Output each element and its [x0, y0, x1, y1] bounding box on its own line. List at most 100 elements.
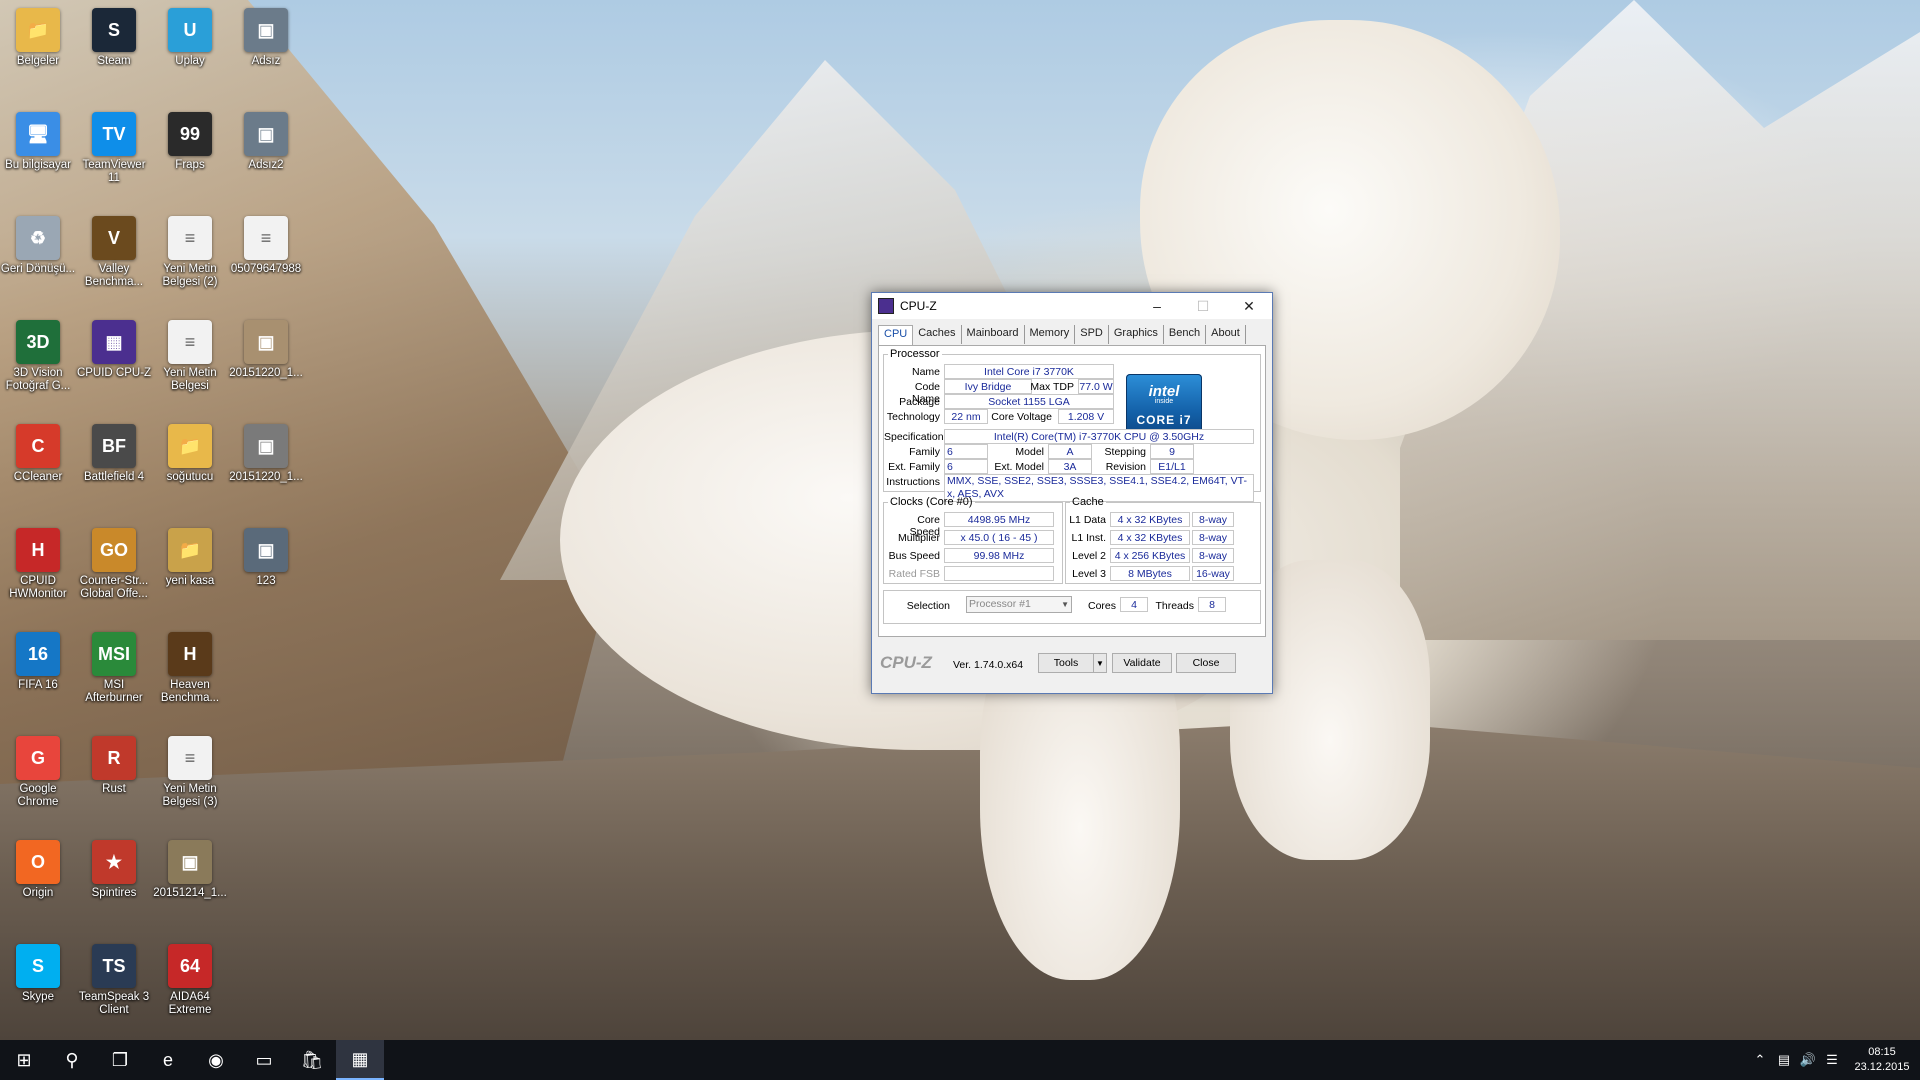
speaker-icon[interactable]: 🔊	[1796, 1052, 1820, 1068]
desktop-icon[interactable]: ▣ Adsız	[228, 8, 304, 68]
desktop-icon[interactable]: ▣ 20151220_1...	[228, 320, 304, 380]
cache-group: Cache L1 Data 4 x 32 KBytes 8-way L1 Ins…	[1065, 496, 1261, 584]
cpuz-brand: CPU-Z	[880, 653, 932, 672]
file-explorer-button[interactable]: ▭	[240, 1040, 288, 1080]
battlefield-icon: BF	[92, 424, 136, 468]
text-file-icon: ≡	[168, 216, 212, 260]
clock-time: 08:15	[1868, 1046, 1896, 1058]
desktop-icon[interactable]: 📁 Belgeler	[0, 8, 76, 68]
tab-graphics[interactable]: Graphics	[1109, 325, 1164, 344]
desktop-icon[interactable]: ≡ Yeni Metin Belgesi (3)	[152, 736, 228, 809]
folder-icon: 📁	[168, 528, 212, 572]
maximize-button[interactable]: ☐	[1180, 293, 1226, 319]
desktop-icon[interactable]: H CPUID HWMonitor	[0, 528, 76, 601]
desktop-icon[interactable]: V Valley Benchma...	[76, 216, 152, 289]
desktop-icon[interactable]: G Google Chrome	[0, 736, 76, 809]
desktop-icon[interactable]: ≡ 05079647988	[228, 216, 304, 276]
desktop-icon[interactable]: ▣ 20151214_1...	[152, 840, 228, 900]
tab-about[interactable]: About	[1206, 325, 1246, 344]
search-button[interactable]: ⚲	[48, 1040, 96, 1080]
rust-icon: R	[92, 736, 136, 780]
threads-label: Threads	[1155, 600, 1194, 612]
minimize-button[interactable]: –	[1134, 293, 1180, 319]
stepping-label: Stepping	[1104, 446, 1146, 458]
desktop-icon[interactable]: ♻ Geri Dönüşü...	[0, 216, 76, 276]
show-hidden-icons-icon[interactable]: ⌃	[1748, 1052, 1772, 1068]
desktop-icon-label: Spintires	[91, 887, 137, 899]
image-file-icon: ▣	[244, 320, 288, 364]
validate-button[interactable]: Validate	[1112, 653, 1172, 673]
image-file-icon: ▣	[244, 528, 288, 572]
desktop-icon[interactable]: ▣ Adsız2	[228, 112, 304, 172]
desktop-icon[interactable]: TV TeamViewer 11	[76, 112, 152, 185]
store-button[interactable]: 🛍	[288, 1040, 336, 1080]
desktop-icon[interactable]: S Steam	[76, 8, 152, 68]
tools-dropdown-button[interactable]: ▼	[1093, 653, 1107, 673]
clock[interactable]: 08:15 23.12.2015	[1844, 1045, 1920, 1075]
chrome-button[interactable]: ◉	[192, 1040, 240, 1080]
image-file-icon: ▣	[244, 424, 288, 468]
desktop-icon[interactable]: 📁 soğutucu	[152, 424, 228, 484]
specification-label: Specification	[884, 431, 944, 443]
aida64-icon: 64	[168, 944, 212, 988]
name-label: Name	[911, 366, 940, 378]
desktop-icon[interactable]: 64 AIDA64 Extreme	[152, 944, 228, 1017]
desktop-icon[interactable]: R Rust	[76, 736, 152, 796]
processor-select[interactable]: Processor #1 ▼	[966, 596, 1072, 613]
maxtdp-label: Max TDP	[1030, 381, 1074, 393]
desktop-icon[interactable]: GO Counter-Str... Global Offe...	[76, 528, 152, 601]
desktop-icon[interactable]: MSI MSI Afterburner	[76, 632, 152, 705]
desktop-icon[interactable]: ▣ 123	[228, 528, 304, 588]
desktop-icon[interactable]: O Origin	[0, 840, 76, 900]
cores-value: 4	[1120, 597, 1148, 612]
desktop-icon[interactable]: U Uplay	[152, 8, 228, 68]
tab-bench[interactable]: Bench	[1164, 325, 1207, 344]
valley-icon: V	[92, 216, 136, 260]
desktop-icon[interactable]: 16 FIFA 16	[0, 632, 76, 692]
desktop-icon[interactable]: ▦ CPUID CPU-Z	[76, 320, 152, 380]
desktop-icon[interactable]: ≡ Yeni Metin Belgesi (2)	[152, 216, 228, 289]
image-file-icon: ▣	[244, 8, 288, 52]
desktop-icon[interactable]: ▣ 20151220_1...	[228, 424, 304, 484]
desktop-icon[interactable]: ≡ Yeni Metin Belgesi	[152, 320, 228, 393]
desktop-icon-label: Yeni Metin Belgesi	[163, 367, 217, 392]
fraps-icon: 99	[168, 112, 212, 156]
close-button[interactable]: Close	[1176, 653, 1236, 673]
desktop-icon-label: MSI Afterburner	[85, 679, 143, 704]
tab-mainboard[interactable]: Mainboard	[962, 325, 1025, 344]
package-value: Socket 1155 LGA	[944, 394, 1114, 409]
network-icon[interactable]: ▤	[1772, 1052, 1796, 1068]
desktop-icon[interactable]: 3D 3D Vision Fotoğraf G...	[0, 320, 76, 393]
instructions-label: Instructions	[886, 476, 940, 488]
title-bar[interactable]: CPU-Z – ☐ ✕	[872, 293, 1272, 319]
teamviewer-icon: TV	[92, 112, 136, 156]
desktop-icon-label: Yeni Metin Belgesi (2)	[162, 263, 218, 288]
window-title: CPU-Z	[900, 299, 937, 313]
desktop-icon-label: Counter-Str... Global Offe...	[79, 575, 149, 600]
tools-button[interactable]: Tools	[1038, 653, 1094, 673]
ccleaner-icon: C	[16, 424, 60, 468]
extmodel-value: 3A	[1048, 459, 1092, 474]
tab-caches[interactable]: Caches	[913, 325, 962, 344]
tab-spd[interactable]: SPD	[1075, 325, 1109, 344]
start-button[interactable]: ⊞	[0, 1040, 48, 1080]
desktop-icon[interactable]: BF Battlefield 4	[76, 424, 152, 484]
close-window-button[interactable]: ✕	[1226, 293, 1272, 319]
notification-icon[interactable]: ☰	[1820, 1052, 1844, 1068]
edge-button[interactable]: e	[144, 1040, 192, 1080]
task-view-button[interactable]: ❐	[96, 1040, 144, 1080]
desktop-icon[interactable]: 🖥 Bu bilgisayar	[0, 112, 76, 172]
desktop-icon[interactable]: 99 Fraps	[152, 112, 228, 172]
cpuz-taskbar-button[interactable]: ▦	[336, 1040, 384, 1080]
tab-memory[interactable]: Memory	[1025, 325, 1076, 344]
desktop-icon[interactable]: ★ Spintires	[76, 840, 152, 900]
desktop-icon[interactable]: C CCleaner	[0, 424, 76, 484]
tab-bar: CPU Caches Mainboard Memory SPD Graphics…	[878, 325, 1266, 345]
desktop-icon[interactable]: H Heaven Benchma...	[152, 632, 228, 705]
package-label: Package	[899, 396, 940, 408]
tab-cpu[interactable]: CPU	[878, 325, 914, 345]
clocks-group: Clocks (Core #0) Core Speed 4498.95 MHz …	[883, 496, 1063, 584]
desktop-icon[interactable]: S Skype	[0, 944, 76, 1004]
desktop-icon[interactable]: TS TeamSpeak 3 Client	[76, 944, 152, 1017]
desktop-icon[interactable]: 📁 yeni kasa	[152, 528, 228, 588]
